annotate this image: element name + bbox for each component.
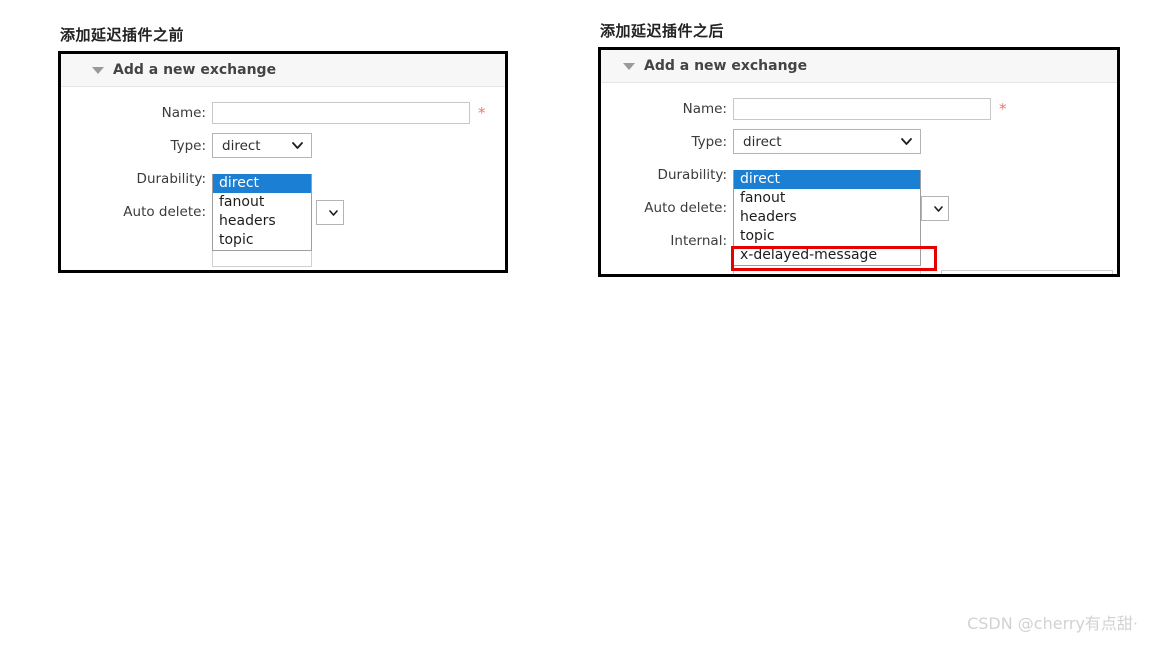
triangle-down-icon[interactable]	[623, 62, 635, 70]
label-internal: Internal:	[670, 232, 727, 249]
field-area-type: direct	[212, 133, 312, 158]
triangle-down-icon[interactable]	[92, 66, 104, 74]
type-dropdown-list[interactable]: direct fanout headers topic	[212, 174, 312, 251]
label-durability: Durability:	[136, 170, 206, 187]
chevron-down-icon	[329, 209, 338, 216]
section-title: Add a new exchange	[113, 62, 277, 78]
type-select[interactable]: direct	[733, 129, 921, 154]
section-title: Add a new exchange	[644, 58, 808, 74]
dropdown-option-fanout[interactable]: fanout	[734, 189, 920, 208]
durability-select[interactable]	[316, 200, 344, 225]
csdn-watermark: CSDN @cherry有点甜·	[967, 614, 1138, 633]
dropdown-option-fanout[interactable]: fanout	[213, 193, 311, 212]
label-type: Type:	[170, 137, 206, 154]
label-name: Name:	[682, 100, 727, 117]
form-row-name: Name: *	[61, 96, 505, 129]
exchange-form-before: Name: * Type: direct Durability: Auto de…	[61, 87, 505, 267]
chevron-down-icon	[292, 142, 303, 149]
dropdown-option-direct[interactable]: direct	[734, 170, 920, 189]
form-row-type: Type: direct	[61, 129, 505, 162]
dropdown-option-headers[interactable]: headers	[734, 208, 920, 227]
type-select-value: direct	[743, 133, 782, 150]
required-asterisk: *	[999, 99, 1007, 118]
figure-after-caption: 添加延迟插件之后	[600, 22, 725, 40]
name-input[interactable]	[733, 97, 991, 120]
exchange-panel-before: Add a new exchange Name: * Type: direct	[58, 51, 508, 273]
exchange-panel-after: Add a new exchange Name: * Type: direct	[598, 47, 1120, 277]
form-row-type: Type: direct	[601, 125, 1117, 158]
required-asterisk: *	[478, 103, 486, 122]
chevron-down-icon	[934, 205, 943, 212]
figure-after-plugin: 添加延迟插件之后 Add a new exchange Name: * Type…	[598, 20, 1120, 277]
dropdown-option-headers[interactable]: headers	[213, 212, 311, 231]
cut-off-control-right	[941, 270, 1113, 274]
type-select[interactable]: direct	[212, 133, 312, 158]
field-area-name: *	[212, 101, 486, 124]
label-durability: Durability:	[657, 166, 727, 183]
durability-select[interactable]	[921, 196, 949, 221]
name-input[interactable]	[212, 101, 470, 124]
exchange-form-after: Name: * Type: direct Durability: Auto de…	[601, 83, 1117, 274]
figure-before-caption: 添加延迟插件之前	[60, 26, 185, 44]
dropdown-option-direct[interactable]: direct	[213, 174, 311, 193]
field-area-type: direct	[733, 129, 921, 154]
label-name: Name:	[161, 104, 206, 121]
figure-before-plugin: 添加延迟插件之前 Add a new exchange Name: * Type…	[58, 24, 508, 273]
type-select-value: direct	[222, 137, 261, 154]
type-dropdown-list[interactable]: direct fanout headers topic x-delayed-me…	[733, 170, 921, 266]
field-area-name: *	[733, 97, 1007, 120]
label-type: Type:	[691, 133, 727, 150]
dropdown-option-x-delayed-message[interactable]: x-delayed-message	[734, 246, 920, 265]
cut-off-control-left	[733, 270, 921, 274]
chevron-down-icon	[901, 138, 912, 145]
cut-off-control-left	[212, 249, 312, 267]
section-header-after[interactable]: Add a new exchange	[601, 50, 1117, 83]
form-row-name: Name: *	[601, 92, 1117, 125]
dropdown-option-topic[interactable]: topic	[734, 227, 920, 246]
section-header-before[interactable]: Add a new exchange	[61, 54, 505, 87]
label-auto-delete: Auto delete:	[123, 203, 206, 220]
dropdown-option-topic[interactable]: topic	[213, 231, 311, 250]
label-auto-delete: Auto delete:	[644, 199, 727, 216]
